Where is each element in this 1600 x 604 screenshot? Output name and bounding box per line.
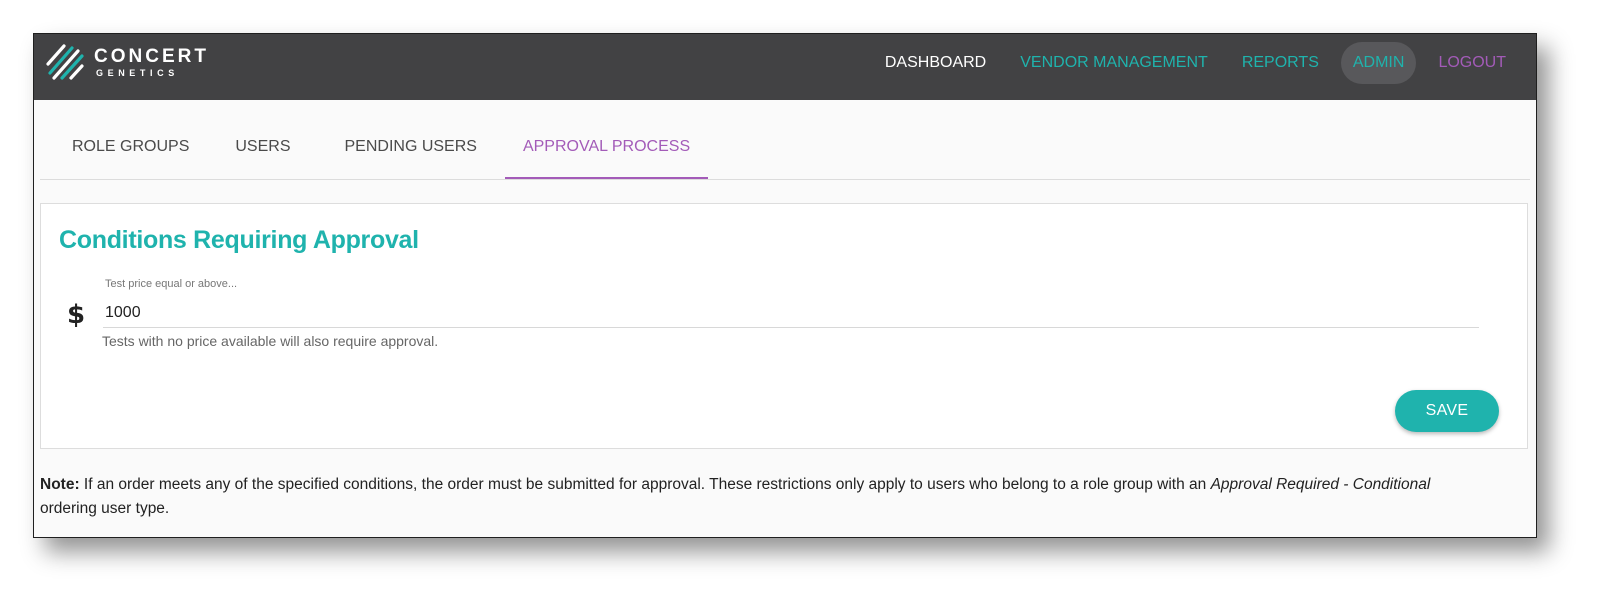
approval-conditions-card: Conditions Requiring Approval Test price… [40, 203, 1528, 449]
price-field-label: Test price equal or above... [105, 278, 238, 290]
test-price-input[interactable] [103, 298, 1479, 328]
note-emphasis: Approval Required - Conditional [1210, 476, 1431, 493]
nav-dashboard[interactable]: DASHBOARD [873, 42, 998, 84]
logo-text: CONCERT GENETICS [94, 47, 209, 78]
nav-reports[interactable]: REPORTS [1230, 42, 1331, 84]
note-label: Note: [40, 476, 80, 493]
save-button[interactable]: SAVE [1395, 390, 1499, 432]
dollar-icon: $ [67, 300, 86, 330]
nav-vendor-management[interactable]: VENDOR MANAGEMENT [1008, 42, 1220, 84]
admin-tabs: ROLE GROUPS USERS PENDING USERS APPROVAL… [40, 100, 1530, 180]
tab-role-groups[interactable]: ROLE GROUPS [40, 101, 207, 179]
app-window: CONCERT GENETICS DASHBOARD VENDOR MANAGE… [33, 33, 1537, 538]
main-nav: DASHBOARD VENDOR MANAGEMENT REPORTS ADMI… [863, 42, 1518, 84]
concert-genetics-logo[interactable]: CONCERT GENETICS [44, 42, 209, 82]
note-text-2: ordering user type. [40, 500, 170, 517]
tab-approval-process[interactable]: APPROVAL PROCESS [504, 101, 709, 179]
logo-tagline: GENETICS [96, 67, 179, 78]
tab-pending-users[interactable]: PENDING USERS [326, 101, 494, 179]
price-helper-text: Tests with no price available will also … [102, 333, 439, 349]
card-title: Conditions Requiring Approval [59, 226, 419, 254]
logo-stripes-icon [46, 44, 84, 80]
tab-users[interactable]: USERS [217, 101, 308, 179]
nav-logout[interactable]: LOGOUT [1426, 42, 1518, 84]
approval-note: Note: If an order meets any of the speci… [40, 473, 1490, 521]
top-navigation-bar: CONCERT GENETICS DASHBOARD VENDOR MANAGE… [34, 34, 1536, 100]
logo-brand-name: CONCERT [94, 45, 209, 67]
nav-admin[interactable]: ADMIN [1340, 42, 1417, 84]
note-text-1: If an order meets any of the specified c… [79, 476, 1211, 493]
